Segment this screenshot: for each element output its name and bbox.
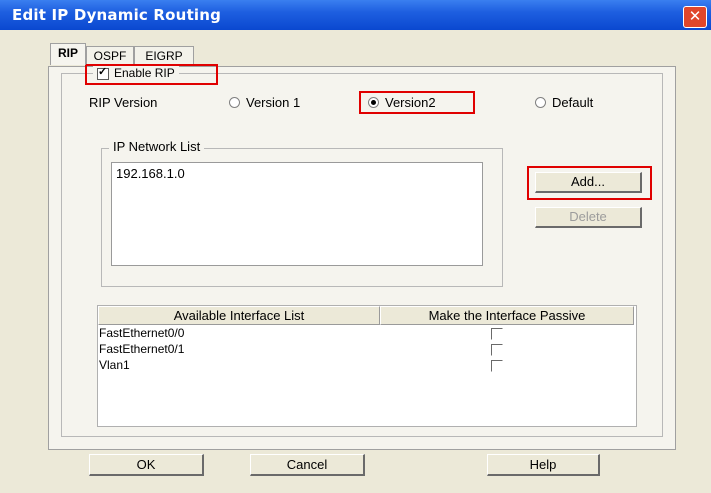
passive-checkbox[interactable] xyxy=(491,360,503,372)
radio-default-label: Default xyxy=(552,95,594,110)
tab-ospf[interactable]: OSPF xyxy=(86,46,134,65)
passive-checkbox[interactable] xyxy=(491,344,503,356)
interface-name: FastEthernet0/1 xyxy=(99,342,185,356)
enable-rip-checkbox[interactable]: Enable RIP xyxy=(93,65,179,80)
add-button[interactable]: Add... xyxy=(535,172,642,193)
passive-checkbox[interactable] xyxy=(491,328,503,340)
close-button[interactable]: ✕ xyxy=(683,6,707,28)
dialog-window: Edit IP Dynamic Routing ✕ RIP OSPF EIGRP… xyxy=(0,0,711,493)
cancel-button[interactable]: Cancel xyxy=(250,454,365,476)
radio-icon xyxy=(229,97,240,108)
rip-panel: Enable RIP RIP Version Version 1 Version… xyxy=(48,64,676,450)
table-row[interactable]: FastEthernet0/0 xyxy=(98,325,636,341)
radio-icon xyxy=(535,97,546,108)
ip-network-list-title: IP Network List xyxy=(109,139,205,154)
enable-rip-label: Enable RIP xyxy=(114,66,175,80)
ok-button[interactable]: OK xyxy=(89,454,204,476)
radio-selected-icon xyxy=(368,97,379,108)
tab-rip[interactable]: RIP xyxy=(50,43,86,65)
interface-name: FastEthernet0/0 xyxy=(99,326,185,340)
delete-button[interactable]: Delete xyxy=(535,207,642,228)
radio-version-1-label: Version 1 xyxy=(246,95,301,110)
tab-eigrp[interactable]: EIGRP xyxy=(134,46,194,65)
interface-name: Vlan1 xyxy=(99,358,130,372)
rip-version-label: RIP Version xyxy=(89,95,158,110)
enable-rip-check-icon[interactable] xyxy=(97,65,109,80)
col-available-interfaces: Available Interface List xyxy=(98,306,380,325)
radio-version-2-label: Version2 xyxy=(385,95,436,110)
table-row[interactable]: FastEthernet0/1 xyxy=(98,341,636,357)
interface-table: Available Interface List Make the Interf… xyxy=(97,305,637,427)
window-title: Edit IP Dynamic Routing xyxy=(12,6,222,24)
help-button[interactable]: Help xyxy=(487,454,600,476)
title-bar[interactable]: Edit IP Dynamic Routing ✕ xyxy=(0,0,711,30)
network-item[interactable]: 192.168.1.0 xyxy=(116,166,185,181)
radio-default[interactable]: Default xyxy=(535,95,593,110)
dialog-body: RIP OSPF EIGRP Enable RIP RIP Version Ve… xyxy=(10,30,711,493)
radio-version-2[interactable]: Version2 xyxy=(368,95,436,110)
table-row[interactable]: Vlan1 xyxy=(98,357,636,373)
col-passive-interface: Make the Interface Passive xyxy=(380,306,634,325)
radio-version-1[interactable]: Version 1 xyxy=(229,95,300,110)
ip-network-listbox[interactable]: 192.168.1.0 xyxy=(111,162,483,266)
